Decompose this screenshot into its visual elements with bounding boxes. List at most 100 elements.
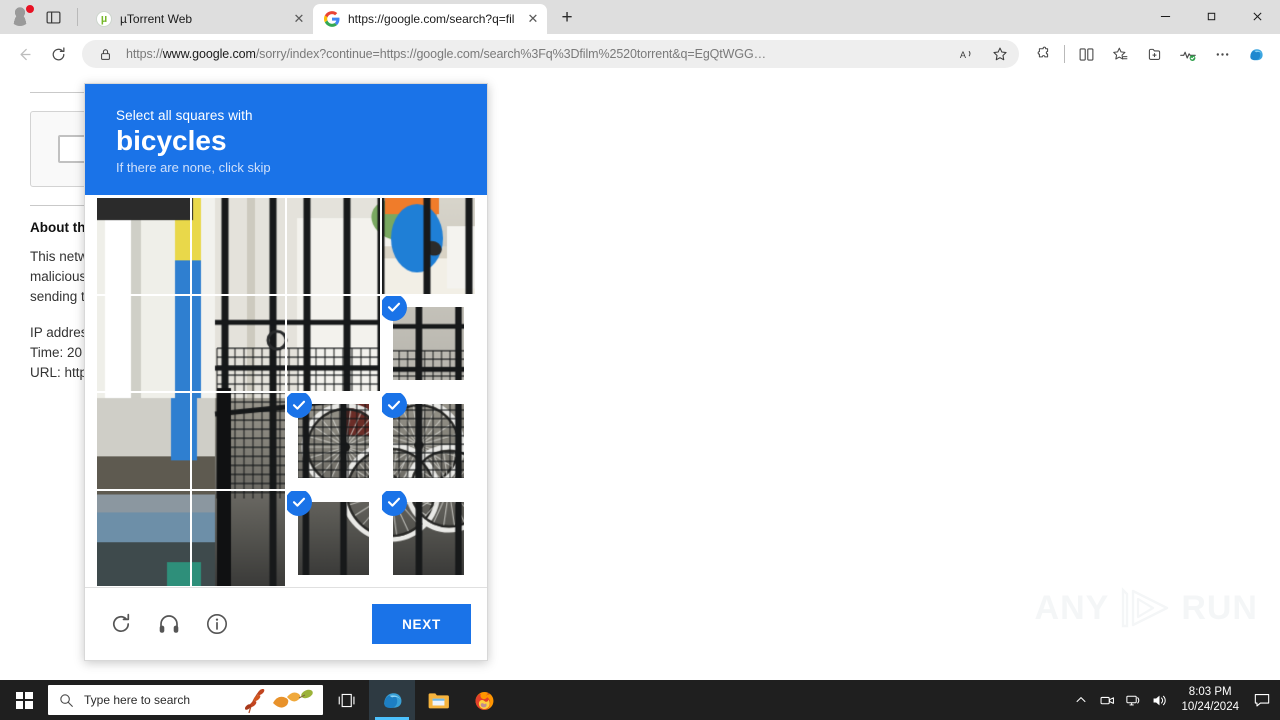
captcha-tile[interactable] [96, 392, 191, 490]
captcha-tile-image [97, 393, 190, 489]
tab-title: µTorrent Web [120, 12, 193, 26]
show-hidden-icons-button[interactable] [1068, 680, 1094, 720]
tab-utorrent-web[interactable]: µ µTorrent Web ✕ [85, 4, 313, 34]
lock-icon [92, 42, 118, 66]
captcha-tile-image [393, 501, 464, 575]
next-button[interactable]: NEXT [372, 604, 471, 644]
anyrun-play-logo-icon [1113, 584, 1177, 632]
captcha-tile[interactable] [96, 294, 191, 392]
url-scheme: https:// [126, 47, 163, 61]
minimize-button[interactable] [1142, 0, 1188, 32]
captcha-tile-image [192, 490, 285, 586]
captcha-tile-image [393, 306, 464, 380]
tabstrip-divider [77, 8, 78, 26]
captcha-target-object: bicycles [116, 125, 227, 156]
recaptcha-challenge-popup: Select all squares with bicycles If ther… [84, 83, 488, 661]
start-button[interactable] [0, 680, 48, 720]
recaptcha-checkbox[interactable] [58, 135, 86, 163]
captcha-tile[interactable] [286, 392, 381, 490]
taskbar-file-explorer-button[interactable] [415, 680, 461, 720]
close-button[interactable] [1234, 0, 1280, 32]
task-view-button[interactable] [323, 680, 369, 720]
autumn-leaves-decoration [239, 685, 319, 715]
address-bar[interactable]: https://www.google.com/sorry/index?conti… [82, 40, 1019, 68]
read-aloud-icon[interactable]: A [953, 42, 979, 66]
watermark-text-left: ANY [1034, 588, 1110, 627]
notification-center-button[interactable] [1248, 680, 1276, 720]
tab-strip: µ µTorrent Web ✕ https://google.com/sear… [0, 0, 1280, 34]
reload-button[interactable] [42, 39, 74, 69]
tab-close-button[interactable]: ✕ [291, 11, 307, 27]
page-viewport: About th This netw malicious sending t I… [0, 74, 1280, 680]
tab-actions-icon[interactable] [41, 5, 65, 29]
split-screen-icon[interactable] [1070, 39, 1102, 69]
taskbar-edge-button[interactable] [369, 680, 415, 720]
captcha-tile[interactable] [286, 489, 381, 587]
search-icon [59, 693, 74, 708]
windows-taskbar: Type here to search 8:03 PM 10/24/2024 [0, 680, 1280, 720]
system-tray: 8:03 PM 10/24/2024 [1068, 680, 1280, 720]
tab-google-search[interactable]: https://google.com/search?q=fil ✕ [313, 4, 547, 34]
taskbar-search-box[interactable]: Type here to search [48, 685, 323, 715]
add-favorite-icon[interactable] [987, 42, 1013, 66]
captcha-tile[interactable] [381, 489, 476, 587]
captcha-tile-image [97, 198, 190, 294]
captcha-tile[interactable] [191, 197, 286, 295]
window-controls [1142, 0, 1280, 34]
captcha-tile[interactable] [381, 392, 476, 490]
captcha-tile-image [192, 393, 285, 489]
checkmark-icon [382, 295, 407, 321]
captcha-tile-image [287, 295, 380, 391]
url-text: https://www.google.com/sorry/index?conti… [126, 47, 945, 61]
captcha-tile-image [97, 295, 190, 391]
info-icon[interactable] [203, 610, 231, 638]
captcha-tile-image [393, 404, 464, 478]
utorrent-icon: µ [96, 11, 112, 27]
new-tab-button[interactable]: + [553, 4, 581, 32]
profile-avatar[interactable] [10, 4, 35, 28]
captcha-image-grid [96, 197, 476, 587]
camera-icon[interactable] [1094, 680, 1120, 720]
clock-date: 10/24/2024 [1181, 701, 1239, 713]
back-button[interactable] [8, 39, 40, 69]
captcha-footer: NEXT [85, 587, 487, 660]
captcha-tile[interactable] [286, 294, 381, 392]
captcha-instruction-header: Select all squares with bicycles If ther… [85, 84, 487, 195]
headphones-icon[interactable] [155, 610, 183, 638]
captcha-tile[interactable] [381, 294, 476, 392]
google-icon [324, 11, 340, 27]
tab-close-button[interactable]: ✕ [525, 11, 541, 27]
url-domain: www.google.com [162, 47, 256, 61]
more-options-button[interactable] [1206, 39, 1238, 69]
avatar-alert-badge [25, 4, 35, 14]
url-path: /sorry/index?continue=https://google.com… [255, 47, 767, 61]
captcha-tile-image [382, 198, 475, 294]
captcha-tile[interactable] [191, 489, 286, 587]
maximize-button[interactable] [1188, 0, 1234, 32]
captcha-skip-hint: If there are none, click skip [116, 160, 271, 175]
anyrun-watermark: ANY RUN [1035, 584, 1258, 632]
favorites-icon[interactable] [1104, 39, 1136, 69]
browser-toolbar: https://www.google.com/sorry/index?conti… [0, 34, 1280, 74]
captcha-tile[interactable] [96, 489, 191, 587]
copilot-icon[interactable] [1240, 39, 1272, 69]
watermark-text-right: RUN [1181, 588, 1258, 627]
captcha-tile[interactable] [96, 197, 191, 295]
captcha-tile[interactable] [191, 392, 286, 490]
network-icon[interactable] [1120, 680, 1146, 720]
browser-window: µ µTorrent Web ✕ https://google.com/sear… [0, 0, 1280, 680]
captcha-tile[interactable] [286, 197, 381, 295]
extensions-icon[interactable] [1027, 39, 1059, 69]
captcha-tile[interactable] [381, 197, 476, 295]
captcha-tile-image [192, 295, 285, 391]
taskbar-clock[interactable]: 8:03 PM 10/24/2024 [1172, 685, 1248, 715]
captcha-tile[interactable] [191, 294, 286, 392]
captcha-tile-image [287, 198, 380, 294]
browser-essentials-icon[interactable] [1172, 39, 1204, 69]
volume-icon[interactable] [1146, 680, 1172, 720]
add-to-collections-icon[interactable] [1138, 39, 1170, 69]
taskbar-firefox-button[interactable] [461, 680, 507, 720]
reload-icon[interactable] [107, 610, 135, 638]
checkmark-icon [382, 490, 407, 516]
windows-logo-icon [15, 691, 33, 709]
